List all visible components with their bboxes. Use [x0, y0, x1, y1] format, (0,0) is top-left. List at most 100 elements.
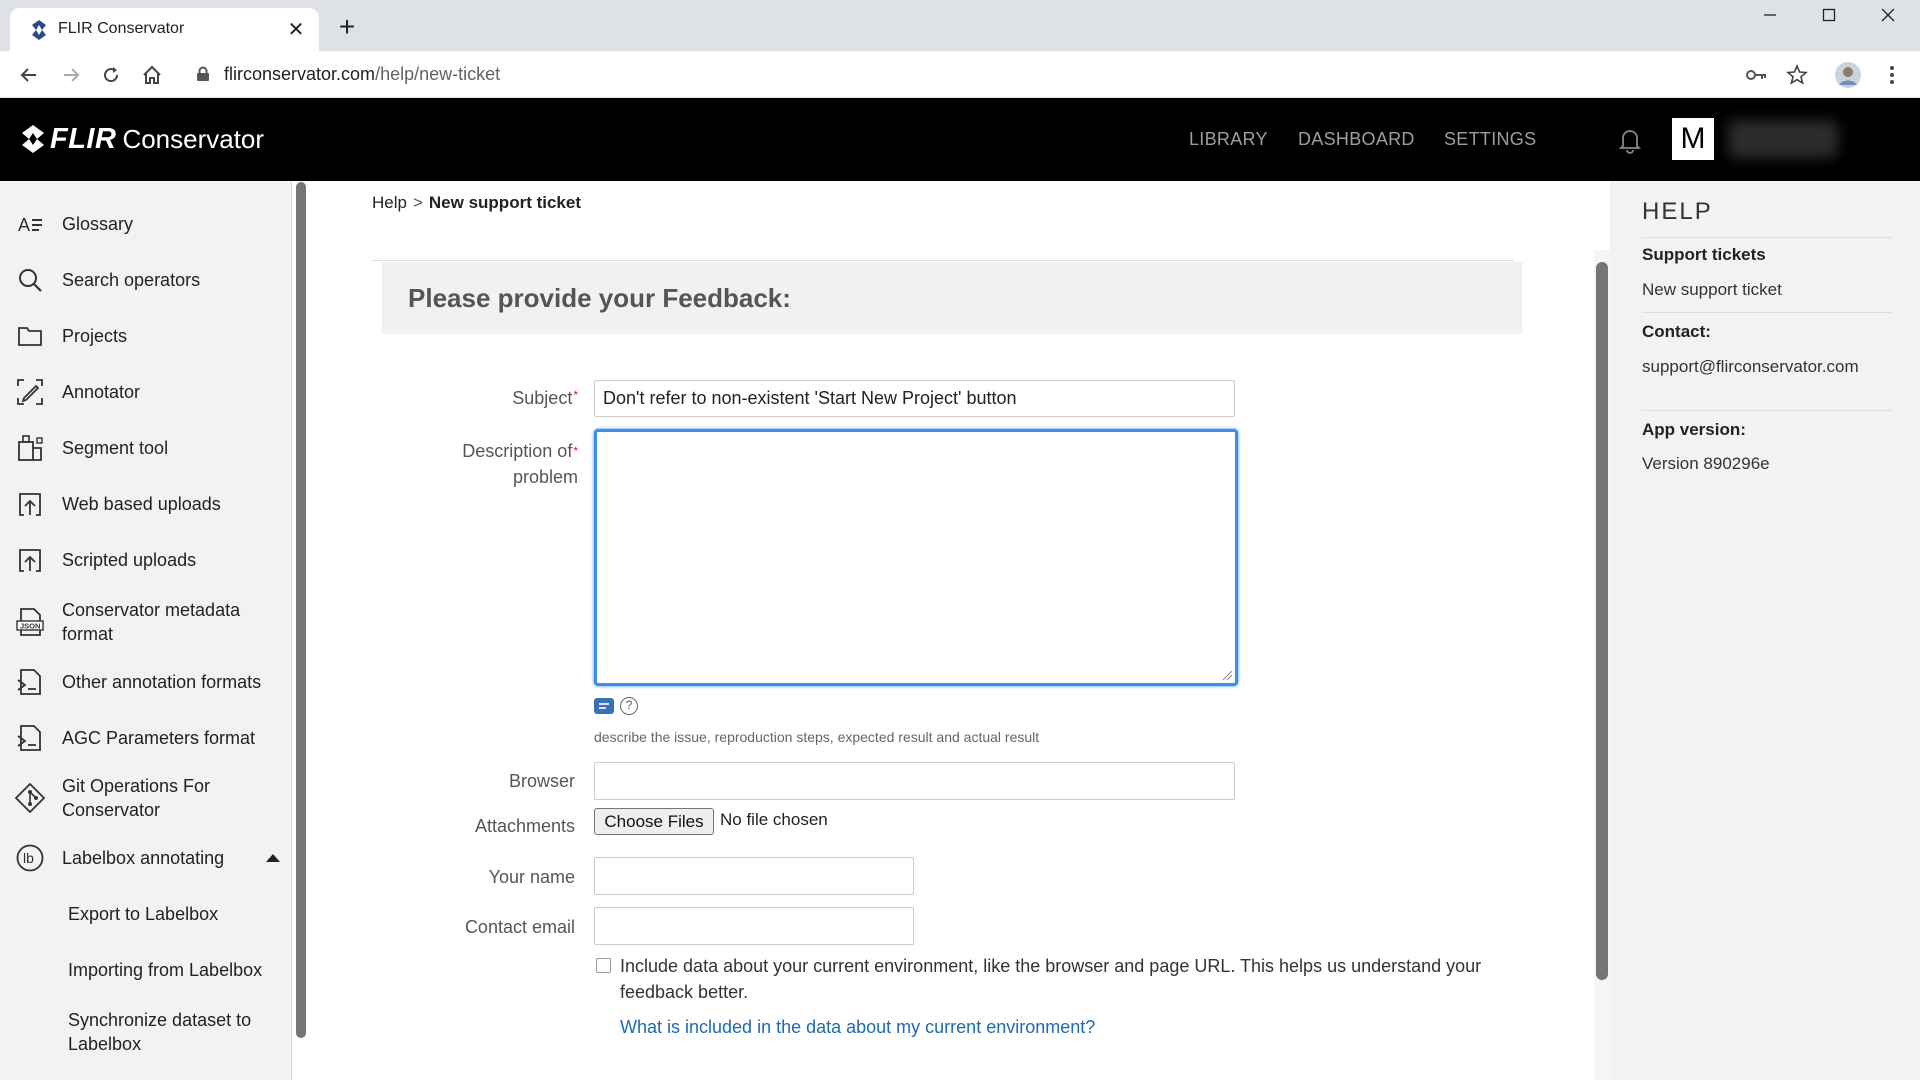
svg-text:JSON: JSON [20, 622, 40, 631]
subject-input[interactable] [594, 380, 1235, 417]
back-icon[interactable] [15, 61, 43, 89]
tab-close-icon[interactable]: ✕ [283, 17, 309, 43]
sidebar-scrollbar[interactable] [296, 182, 306, 1038]
annotator-icon [15, 377, 45, 407]
browser-toolbar: flirconservator.com/help/new-ticket [0, 51, 1920, 98]
tab-title: FLIR Conservator [58, 20, 185, 37]
nav-library[interactable]: LIBRARY [1189, 129, 1268, 150]
browser-input[interactable] [594, 762, 1235, 800]
sidebar-subitem-importing-from-labelbox[interactable]: Importing from Labelbox [0, 955, 291, 985]
subject-label: Subject* [512, 388, 578, 408]
sidebar-item-glossary[interactable]: A Glossary [0, 209, 291, 239]
breadcrumb: Help > New support ticket [372, 193, 581, 212]
new-tab-icon[interactable]: + [333, 13, 361, 42]
forward-icon[interactable] [57, 61, 85, 89]
contact-email-input[interactable] [594, 907, 914, 945]
home-icon[interactable] [138, 61, 166, 89]
help-sidebar: A Glossary Search operators Projects Ann… [0, 181, 292, 1080]
include-environment-checkbox[interactable] [596, 958, 611, 973]
page-title: Please provide your Feedback: [408, 283, 791, 313]
sidebar-subitem-export-to-labelbox[interactable]: Export to Labelbox [0, 899, 291, 929]
description-hint: describe the issue, reproduction steps, … [594, 729, 1040, 745]
bookmark-star-icon[interactable] [1783, 61, 1811, 89]
notification-bell-icon[interactable] [1616, 125, 1644, 155]
help-support-tickets[interactable]: Support tickets [1642, 245, 1766, 265]
browser-tab[interactable]: FLIR Conservator ✕ [10, 8, 319, 51]
document-icon [15, 723, 45, 753]
main-scrollbar[interactable] [1596, 262, 1608, 980]
divider [1642, 312, 1892, 313]
help-version-label: App version: [1642, 420, 1746, 439]
sidebar-item-scripted-uploads[interactable]: Scripted uploads [0, 545, 291, 575]
help-panel: HELP Support tickets New support ticket … [1610, 181, 1920, 1080]
folder-icon [15, 321, 45, 351]
lock-icon [196, 66, 210, 87]
help-question-icon[interactable]: ? [620, 697, 638, 715]
browser-label: Browser [508, 771, 575, 791]
flir-logo-icon [22, 125, 44, 153]
help-contact-email[interactable]: support@flirconservator.com [1642, 357, 1859, 377]
resize-grip-icon[interactable] [1221, 669, 1233, 681]
help-version-value: Version 890296e [1642, 454, 1770, 473]
window-minimize-icon[interactable] [1741, 0, 1799, 30]
window-maximize-icon[interactable] [1800, 0, 1858, 30]
document-icon [15, 667, 45, 697]
username-blurred[interactable] [1728, 120, 1838, 158]
sidebar-item-other-annotation-formats[interactable]: Other annotation formats [0, 667, 291, 697]
flir-favicon-icon [28, 19, 50, 41]
svg-text:A: A [18, 215, 30, 235]
breadcrumb-current: New support ticket [428, 193, 581, 212]
include-environment-text: Include data about your current environm… [620, 956, 1482, 1002]
sidebar-subitem-synchronize-dataset[interactable]: Synchronize dataset to Labelbox [0, 1007, 291, 1057]
collapse-caret-icon[interactable] [266, 854, 280, 862]
divider [1642, 237, 1892, 238]
key-icon[interactable] [1743, 61, 1771, 89]
sidebar-item-git-operations[interactable]: Git Operations For Conservator [0, 773, 291, 823]
segment-icon [15, 433, 45, 463]
sidebar-item-search-operators[interactable]: Search operators [0, 265, 291, 295]
upload-icon [15, 489, 45, 519]
your-name-label: Your name [488, 867, 575, 887]
address-bar[interactable]: flirconservator.com/help/new-ticket [184, 56, 1764, 92]
breadcrumb-help-link[interactable]: Help [372, 193, 407, 212]
markdown-icon[interactable] [594, 698, 614, 714]
git-icon [15, 783, 45, 813]
sidebar-item-web-based-uploads[interactable]: Web based uploads [0, 489, 291, 519]
divider [1642, 410, 1892, 411]
contact-email-label: Contact email [464, 917, 575, 937]
divider [372, 260, 1514, 261]
your-name-input[interactable] [594, 857, 914, 895]
description-label: Description of* problem [462, 441, 578, 487]
help-new-support-ticket[interactable]: New support ticket [1642, 280, 1782, 300]
sidebar-item-conservator-metadata-format[interactable]: JSON Conservator metadata format [0, 597, 291, 647]
sidebar-item-projects[interactable]: Projects [0, 321, 291, 351]
labelbox-icon: lb [15, 843, 45, 873]
nav-settings[interactable]: SETTINGS [1444, 129, 1536, 150]
user-avatar[interactable]: M [1672, 118, 1714, 160]
no-file-text: No file chosen [720, 810, 828, 829]
help-contact-label: Contact: [1642, 322, 1711, 341]
sidebar-item-agc-parameters-format[interactable]: AGC Parameters format [0, 723, 291, 753]
choose-files-button[interactable]: Choose Files [594, 808, 714, 835]
sidebar-item-segment-tool[interactable]: Segment tool [0, 433, 291, 463]
description-textarea[interactable] [594, 429, 1238, 686]
app-header: FLIR Conservator LIBRARY DASHBOARD SETTI… [0, 98, 1920, 181]
search-icon [15, 265, 45, 295]
sidebar-item-annotator[interactable]: Annotator [0, 377, 291, 407]
flir-conservator-logo[interactable]: FLIR Conservator [20, 122, 264, 156]
environment-data-link[interactable]: What is included in the data about my cu… [620, 1017, 1095, 1038]
svg-text:lb: lb [23, 850, 34, 866]
feedback-banner: Please provide your Feedback: [382, 262, 1522, 334]
browser-menu-icon[interactable] [1878, 61, 1906, 89]
glossary-icon: A [15, 209, 45, 239]
sidebar-item-labelbox-annotating[interactable]: lb Labelbox annotating [0, 843, 291, 873]
reload-icon[interactable] [97, 61, 125, 89]
attachments-label: Attachments [474, 816, 575, 836]
nav-dashboard[interactable]: DASHBOARD [1298, 129, 1415, 150]
browser-tabbar: FLIR Conservator ✕ + [0, 0, 1920, 51]
window-close-icon[interactable] [1859, 0, 1917, 30]
help-panel-title: HELP [1642, 198, 1713, 225]
json-icon: JSON [15, 607, 45, 637]
upload-icon [15, 545, 45, 575]
profile-avatar-icon[interactable] [1834, 61, 1862, 89]
